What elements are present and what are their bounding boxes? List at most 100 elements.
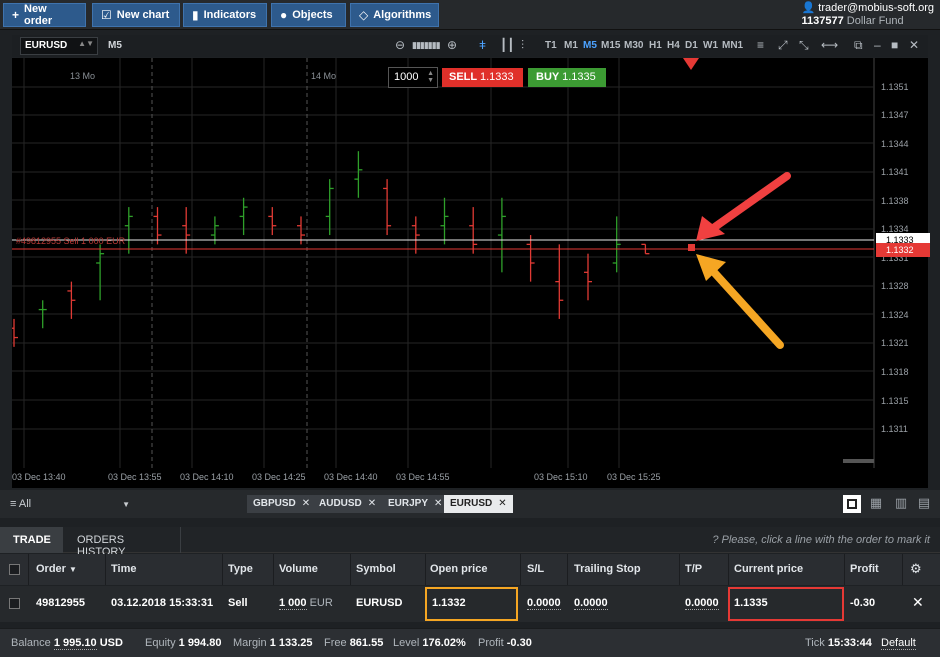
- profit-label: Profit: [478, 637, 504, 649]
- gear-icon[interactable]: ⚙: [910, 561, 922, 577]
- timeframe-m5[interactable]: M5: [583, 40, 597, 51]
- column-divider: [273, 554, 274, 585]
- buy-button[interactable]: BUY 1.1335: [528, 68, 606, 87]
- chart-canvas: [12, 58, 928, 488]
- column-header-volume[interactable]: Volume: [279, 563, 318, 575]
- crosshair-icon[interactable]: ǂ: [479, 38, 486, 52]
- close-tab-icon[interactable]: ✕: [434, 498, 442, 510]
- timeframe-mn1[interactable]: MN1: [722, 40, 743, 51]
- indicators-button[interactable]: ▮ Indicators: [183, 3, 267, 27]
- free-value: 861.55: [349, 637, 384, 649]
- new-chart-button[interactable]: ☑ New chart: [92, 3, 180, 27]
- column-divider: [425, 554, 426, 585]
- new-order-label: New order: [24, 3, 53, 27]
- select-all-checkbox[interactable]: [9, 564, 20, 575]
- account-info[interactable]: 👤 trader@mobius-soft.org 1137577 Dollar …: [802, 2, 934, 28]
- timeframe-h1[interactable]: H1: [649, 40, 662, 51]
- column-header-symbol[interactable]: Symbol: [356, 563, 396, 575]
- sell-button[interactable]: SELL 1.1333: [442, 68, 523, 87]
- autoscroll-icon[interactable]: ⟷: [821, 38, 838, 52]
- day-label-2: 14 Mo: [311, 71, 337, 81]
- candles-icon[interactable]: ┃┃: [500, 38, 514, 52]
- column-header-time[interactable]: Time: [111, 563, 136, 575]
- sell-label: SELL: [449, 71, 477, 83]
- detach-icon[interactable]: ⧉: [854, 38, 863, 53]
- column-header-trailing-stop[interactable]: Trailing Stop: [574, 563, 641, 575]
- objects-button[interactable]: ● Objects: [271, 3, 346, 27]
- quantity-stepper[interactable]: 1000 ▲ ▼: [388, 67, 438, 88]
- timeframe-d1[interactable]: D1: [685, 40, 698, 51]
- tab-orders-history[interactable]: ORDERS HISTORY: [64, 527, 181, 558]
- column-divider: [902, 554, 903, 585]
- filter-select[interactable]: ≡ All ▼: [10, 498, 130, 510]
- order-line-label: #49812955 Sell 1 000 EUR: [16, 236, 126, 246]
- default-dropdown[interactable]: Default: [881, 637, 916, 650]
- new-order-button[interactable]: + New order: [3, 3, 86, 27]
- order-marker: [688, 244, 695, 251]
- equity: Equity 1 994.80: [145, 637, 221, 649]
- column-header-type[interactable]: Type: [228, 563, 253, 575]
- layout-single-icon[interactable]: [843, 495, 861, 513]
- tab-gbpusd[interactable]: GBPUSD ✕: [247, 495, 317, 513]
- price-chart[interactable]: [12, 58, 928, 488]
- zoom-out-icon[interactable]: ⊖: [395, 38, 405, 52]
- new-chart-label: New chart: [116, 9, 170, 21]
- free: Free 861.55: [324, 637, 383, 649]
- zoom-in-icon[interactable]: ⊕: [447, 38, 457, 52]
- bars-icon[interactable]: ⫶: [521, 38, 524, 53]
- timeframe-t1[interactable]: T1: [545, 40, 557, 51]
- column-header-s-l[interactable]: S/L: [527, 563, 544, 575]
- zoom-slider[interactable]: ▮▮▮▮▮▮▮: [412, 40, 441, 51]
- timeframe-w1[interactable]: W1: [703, 40, 718, 51]
- status-bar: Balance 1 995.10 USD Equity 1 994.80 Mar…: [0, 628, 940, 657]
- price-tick-label: 1.1351: [881, 82, 909, 92]
- draw-line-icon[interactable]: ⤢: [778, 38, 788, 53]
- cell-sl[interactable]: 0.0000: [527, 597, 561, 610]
- level-label: Level: [393, 637, 420, 649]
- timeframe-h4[interactable]: H4: [667, 40, 680, 51]
- column-header-t-p[interactable]: T/P: [685, 563, 702, 575]
- column-header-open-price[interactable]: Open price: [430, 563, 487, 575]
- level: Level 176.02%: [393, 637, 466, 649]
- expand-icon[interactable]: ⤡: [799, 38, 809, 53]
- cell-volume[interactable]: 1 000 EUR: [279, 597, 333, 610]
- tab-audusd[interactable]: AUDUSD ✕: [313, 495, 383, 513]
- column-header-profit[interactable]: Profit: [850, 563, 879, 575]
- equity-value: 1 994.80: [178, 637, 222, 649]
- table-row[interactable]: 49812955 03.12.2018 15:33:31 Sell 1 000 …: [0, 586, 940, 622]
- cell-tp[interactable]: 0.0000: [685, 597, 719, 610]
- close-tab-icon[interactable]: ✕: [498, 498, 506, 510]
- column-divider: [222, 554, 223, 585]
- order-triangle-icon: [683, 58, 699, 70]
- balance-currency: USD: [99, 637, 123, 649]
- layout-rows-icon[interactable]: ▤: [915, 495, 933, 513]
- layout-grid-icon[interactable]: ▦: [867, 495, 885, 513]
- timeframe-m1[interactable]: M1: [564, 40, 578, 51]
- close-tab-icon[interactable]: ✕: [368, 498, 376, 510]
- symbol-select[interactable]: EURUSD ▲▼: [20, 37, 98, 55]
- close-order-icon[interactable]: ✕: [912, 594, 924, 611]
- tab-trade[interactable]: TRADE: [0, 527, 63, 553]
- indicator-list-icon[interactable]: ≡: [757, 38, 764, 52]
- quantity-arrows-icon: ▲ ▼: [427, 70, 434, 84]
- timeframe-m15[interactable]: M15: [601, 40, 620, 51]
- plus-icon: +: [12, 8, 20, 22]
- tab-eurjpy[interactable]: EURJPY ✕: [382, 495, 449, 513]
- close-chart-icon[interactable]: ✕: [909, 38, 919, 52]
- layout-columns-icon[interactable]: ▥: [892, 495, 910, 513]
- row-checkbox[interactable]: [9, 598, 20, 609]
- close-tab-icon[interactable]: ✕: [302, 498, 310, 510]
- hint-text: ? Please, click a line with the order to…: [712, 534, 930, 546]
- column-header-order[interactable]: Order: [36, 563, 66, 575]
- cell-trailing-stop[interactable]: 0.0000: [574, 597, 608, 610]
- column-header-current-price[interactable]: Current price: [734, 563, 803, 575]
- price-tick-label: 1.1321: [881, 338, 909, 348]
- buy-price: 1.1335: [562, 71, 596, 83]
- algorithms-button[interactable]: ◇ Algorithms: [350, 3, 439, 27]
- timeframe-m30[interactable]: M30: [624, 40, 643, 51]
- tab-eurusd[interactable]: EURUSD ✕: [444, 495, 513, 513]
- time-tick-label: 03 Dec 14:40: [324, 472, 378, 482]
- tick-label: Tick: [805, 637, 825, 649]
- minimize-icon[interactable]: –: [874, 38, 881, 52]
- maximize-icon[interactable]: ■: [891, 38, 898, 52]
